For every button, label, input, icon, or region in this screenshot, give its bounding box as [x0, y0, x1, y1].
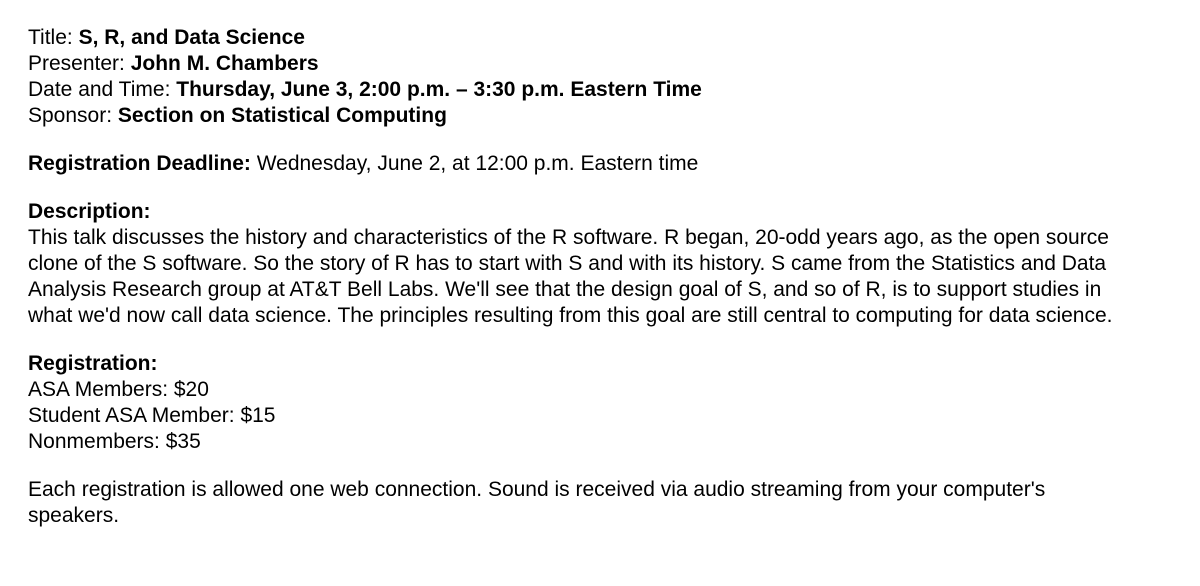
sponsor-label: Sponsor:	[28, 104, 118, 127]
closing-note: Each registration is allowed one web con…	[28, 477, 1172, 529]
event-title: S, R, and Data Science	[78, 26, 305, 49]
description-line: clone of the S software. So the story of…	[28, 252, 1107, 275]
description-section: Description: This talk discusses the his…	[28, 199, 1172, 329]
event-header: Title: S, R, and Data Science Presenter:…	[28, 25, 1172, 129]
description-heading: Description:	[28, 200, 151, 223]
event-datetime: Thursday, June 3, 2:00 p.m. – 3:30 p.m. …	[176, 78, 702, 101]
deadline-value: Wednesday, June 2, at 12:00 p.m. Eastern…	[256, 152, 699, 175]
registration-heading: Registration:	[28, 352, 158, 375]
datetime-label: Date and Time:	[28, 78, 177, 101]
presenter-line: Presenter: John M. Chambers	[28, 51, 1172, 77]
registration-deadline: Registration Deadline: Wednesday, June 2…	[28, 151, 1172, 177]
sponsor-name: Section on Statistical Computing	[117, 104, 447, 127]
deadline-label: Registration Deadline:	[28, 152, 257, 175]
description-line: This talk discusses the history and char…	[28, 226, 1109, 249]
closing-line: speakers.	[28, 504, 120, 527]
closing-line: Each registration is allowed one web con…	[28, 478, 1046, 501]
price-item: Student ASA Member: $15	[28, 404, 276, 427]
title-label: Title:	[28, 26, 79, 49]
presenter-label: Presenter:	[28, 52, 131, 75]
title-line: Title: S, R, and Data Science	[28, 25, 1172, 51]
description-line: what we'd now call data science. The pri…	[28, 304, 1113, 327]
presenter-name: John M. Chambers	[130, 52, 319, 75]
price-item: ASA Members: $20	[28, 378, 209, 401]
datetime-line: Date and Time: Thursday, June 3, 2:00 p.…	[28, 77, 1172, 103]
event-details: Title: S, R, and Data Science Presenter:…	[0, 0, 1172, 529]
sponsor-line: Sponsor: Section on Statistical Computin…	[28, 103, 1172, 129]
price-item: Nonmembers: $35	[28, 430, 201, 453]
registration-section: Registration: ASA Members: $20 Student A…	[28, 351, 1172, 455]
description-line: Analysis Research group at AT&T Bell Lab…	[28, 278, 1102, 301]
